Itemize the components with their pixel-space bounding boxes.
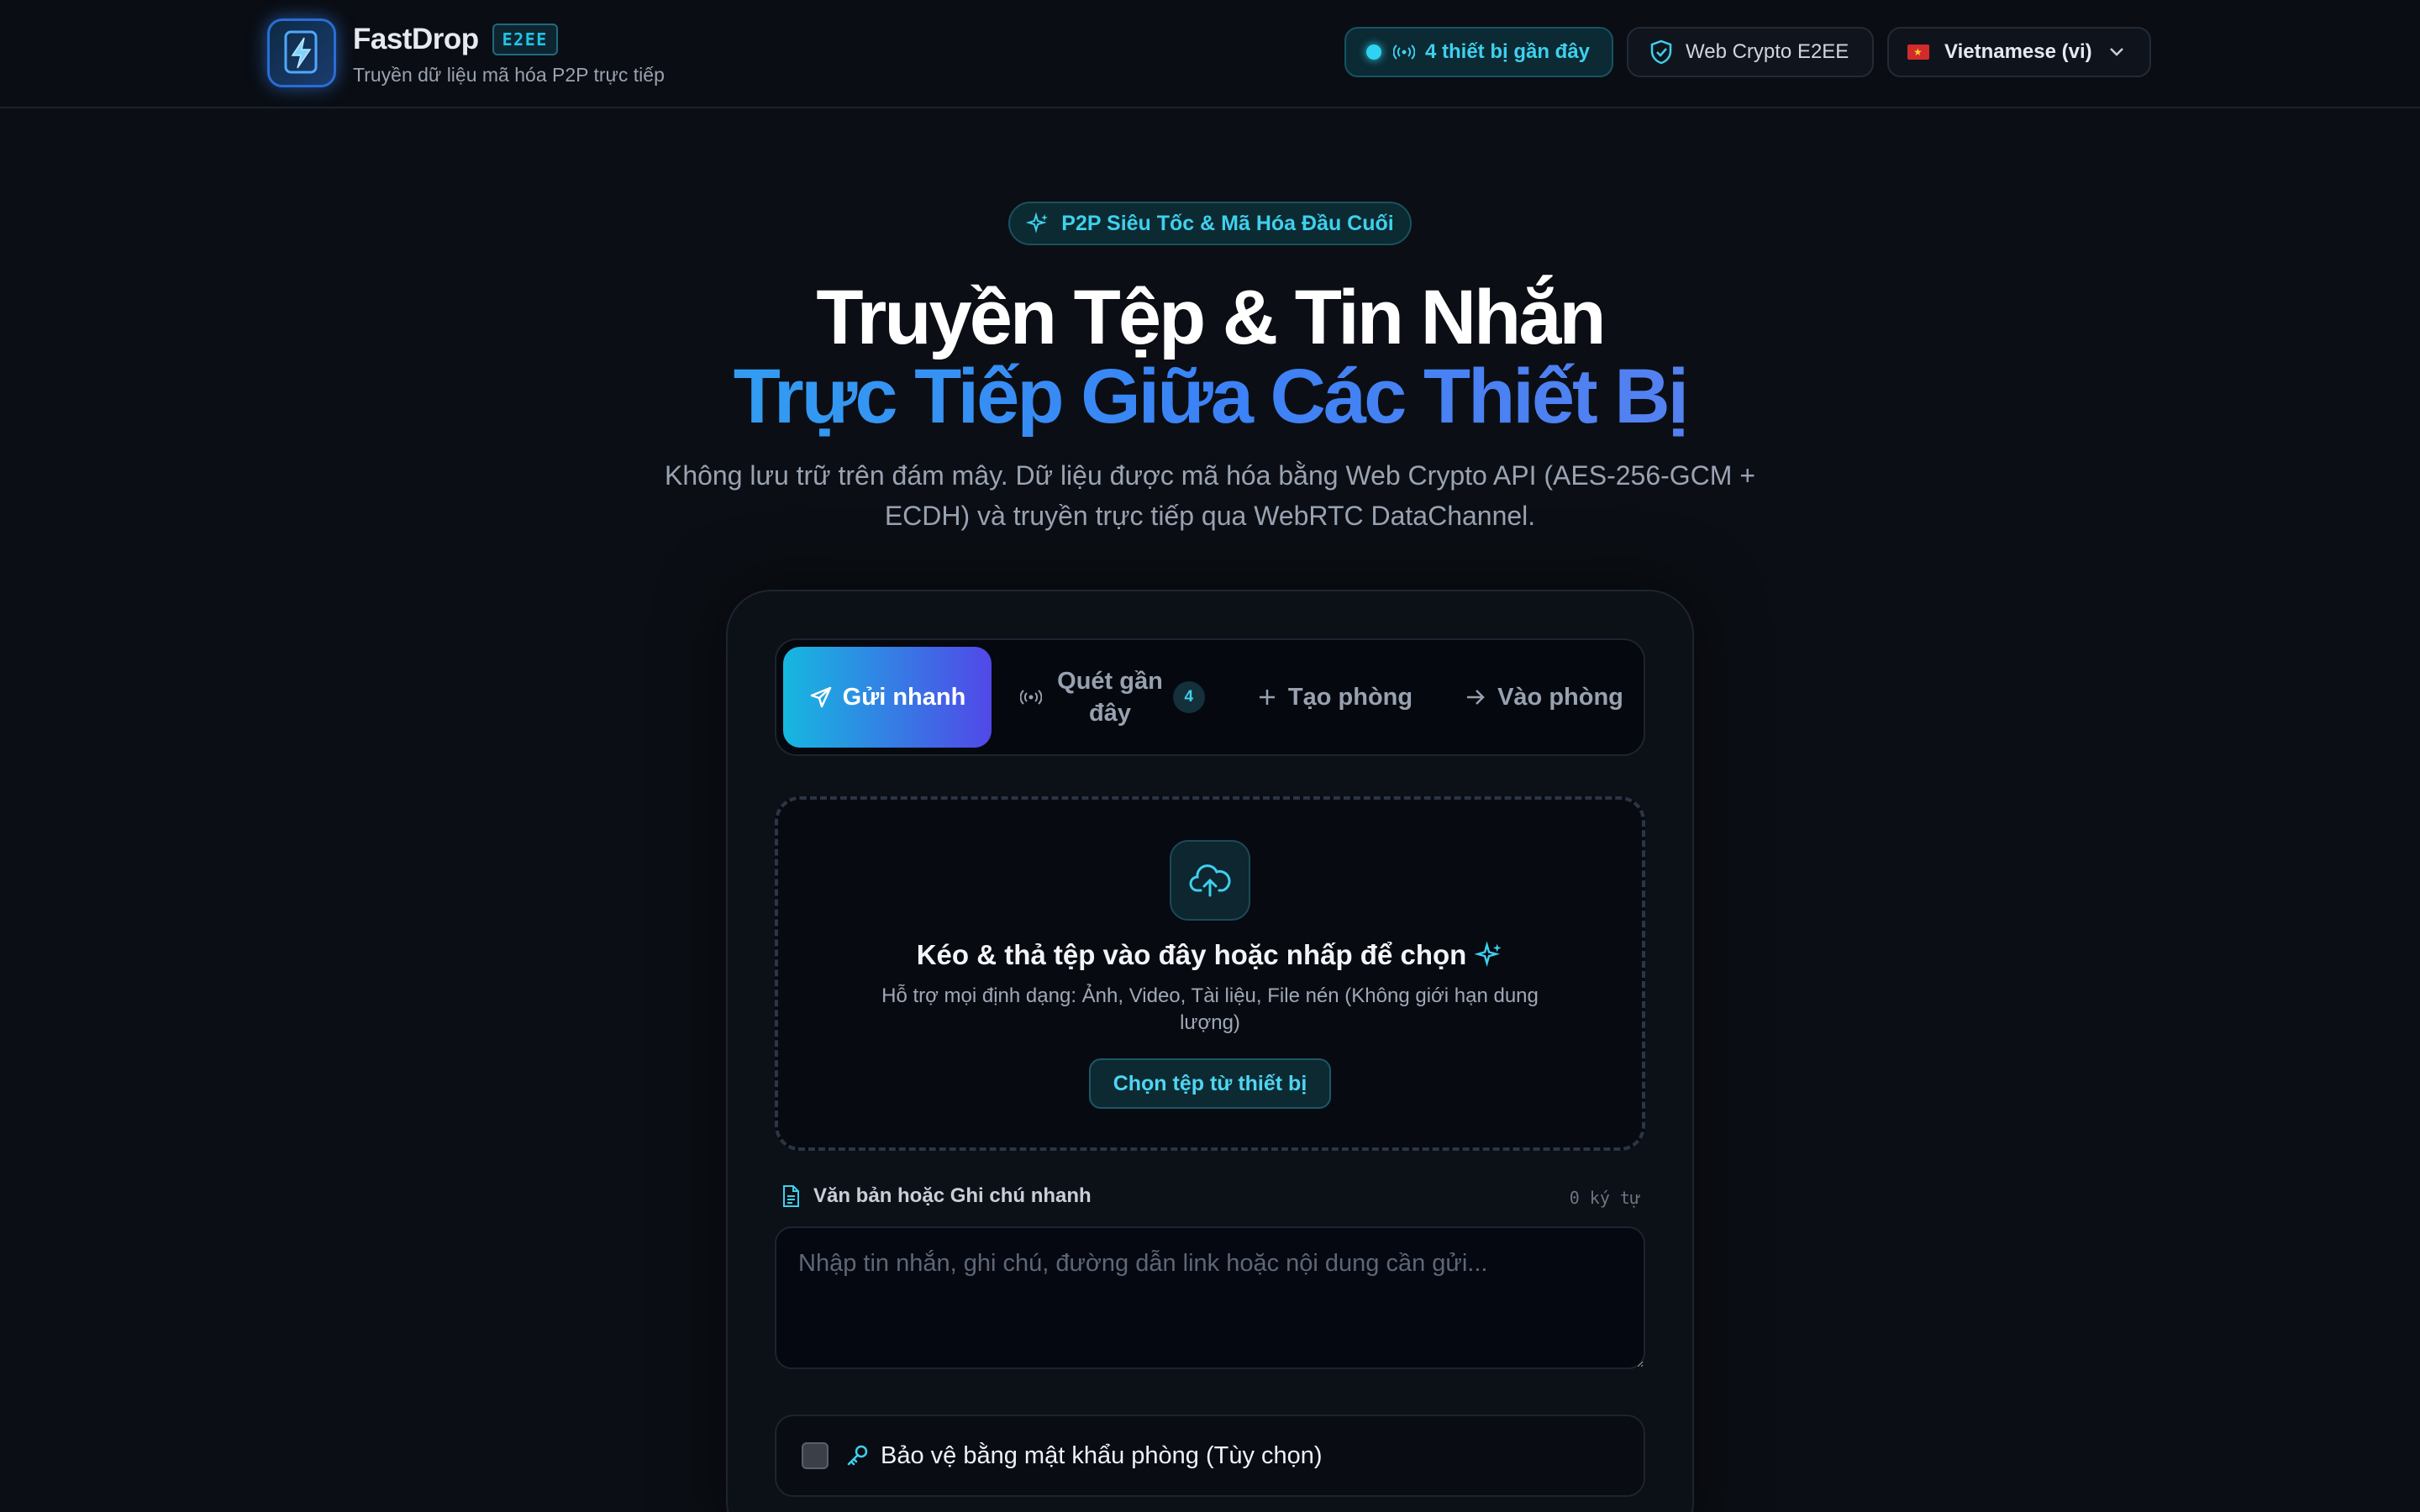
tab-create-room-label: Tạo phòng [1287, 683, 1413, 711]
arrow-right-icon [1465, 688, 1486, 706]
dropzone-title-text: Kéo & thả tệp vào đây hoặc nhấp để chọn [916, 939, 1467, 970]
hero-title-line1: Truyền Tệp & Tin Nhắn [816, 275, 1606, 360]
tab-scan-nearby-label-line1: Quét gần [1057, 668, 1163, 695]
tab-scan-nearby-label-line2: đây [1089, 700, 1131, 727]
nearby-devices-pill[interactable]: 4 thiết bị gần đây [1344, 27, 1613, 77]
brand-name: FastDrop [353, 23, 479, 55]
plus-icon [1258, 688, 1276, 706]
dropzone-subtitle: Hỗ trợ mọi định dạng: Ảnh, Video, Tài li… [857, 983, 1563, 1037]
hero-chip: P2P Siêu Tốc & Mã Hóa Đầu Cuối [1008, 202, 1412, 245]
tab-join-room-label: Vào phòng [1497, 683, 1623, 711]
tab-create-room[interactable]: Tạo phòng [1230, 647, 1440, 748]
note-label: Văn bản hoặc Ghi chú nhanh [781, 1184, 1092, 1208]
brand[interactable]: FastDrop E2EE Truyền dữ liệu mã hóa P2P … [267, 18, 665, 87]
hero-description-line2: ECDH) và truyền trực tiếp qua WebRTC Dat… [884, 501, 1536, 531]
nearby-devices-label: 4 thiết bị gần đây [1425, 40, 1591, 63]
tab-scan-nearby[interactable]: Quét gần đây 4 [1003, 647, 1222, 748]
tab-quick-send[interactable]: Gửi nhanh [783, 647, 992, 748]
vietnam-flag-icon [1907, 45, 1929, 60]
password-checkbox[interactable] [802, 1442, 829, 1469]
send-icon [809, 685, 833, 709]
hero-description: Không lưu trữ trên đám mây. Dữ liệu được… [622, 455, 1798, 536]
dropzone-subtitle-line1: Hỗ trợ mọi định dạng: Ảnh, Video, Tài li… [881, 984, 1539, 1007]
web-crypto-label: Web Crypto E2EE [1686, 40, 1849, 63]
nearby-count-badge: 4 [1172, 681, 1205, 713]
broadcast-icon [1393, 44, 1415, 60]
language-label: Vietnamese (vi) [1944, 40, 2092, 63]
choose-file-button[interactable]: Chọn tệp từ thiết bị [1089, 1058, 1331, 1109]
dropzone-subtitle-line2: lượng) [1180, 1011, 1240, 1034]
password-label: Bảo vệ bằng mật khẩu phòng (Tùy chọn) [881, 1441, 1323, 1469]
note-textarea[interactable] [775, 1226, 1645, 1369]
dropzone-title: Kéo & thả tệp vào đây hoặc nhấp để chọn [775, 939, 1645, 971]
mode-tabs: Gửi nhanh Quét gần đây 4 Tạo phòng Vào p… [775, 638, 1645, 756]
tab-quick-send-label: Gửi nhanh [842, 683, 966, 711]
hero-description-line1: Không lưu trữ trên đám mây. Dữ liệu được… [664, 460, 1756, 491]
hero-chip-label: P2P Siêu Tốc & Mã Hóa Đầu Cuối [1061, 211, 1394, 235]
e2ee-badge: E2EE [492, 24, 558, 55]
brand-subtitle: Truyền dữ liệu mã hóa P2P trực tiếp [353, 64, 665, 86]
key-icon [845, 1444, 869, 1467]
shield-check-icon [1650, 39, 1672, 65]
tab-join-room[interactable]: Vào phòng [1449, 647, 1640, 748]
cloud-upload-icon [1170, 840, 1250, 921]
note-label-text: Văn bản hoặc Ghi chú nhanh [813, 1184, 1092, 1207]
web-crypto-pill[interactable]: Web Crypto E2EE [1627, 27, 1874, 77]
lightning-logo-icon [267, 18, 336, 87]
language-select[interactable]: Vietnamese (vi) [1887, 27, 2151, 77]
broadcast-icon [1020, 689, 1043, 706]
top-header: FastDrop E2EE Truyền dữ liệu mã hóa P2P … [0, 0, 2420, 108]
password-protect-row[interactable]: Bảo vệ bằng mật khẩu phòng (Tùy chọn) [775, 1415, 1645, 1497]
online-dot-icon [1366, 45, 1381, 60]
sparkles-icon [1475, 941, 1503, 969]
document-icon [781, 1184, 800, 1208]
sparkles-icon [1026, 212, 1050, 235]
hero-title-line2: Trực Tiếp Giữa Các Thiết Bị [0, 356, 2420, 437]
chevron-down-icon [2109, 47, 2124, 57]
char-count: 0 ký tự [1569, 1188, 1640, 1208]
